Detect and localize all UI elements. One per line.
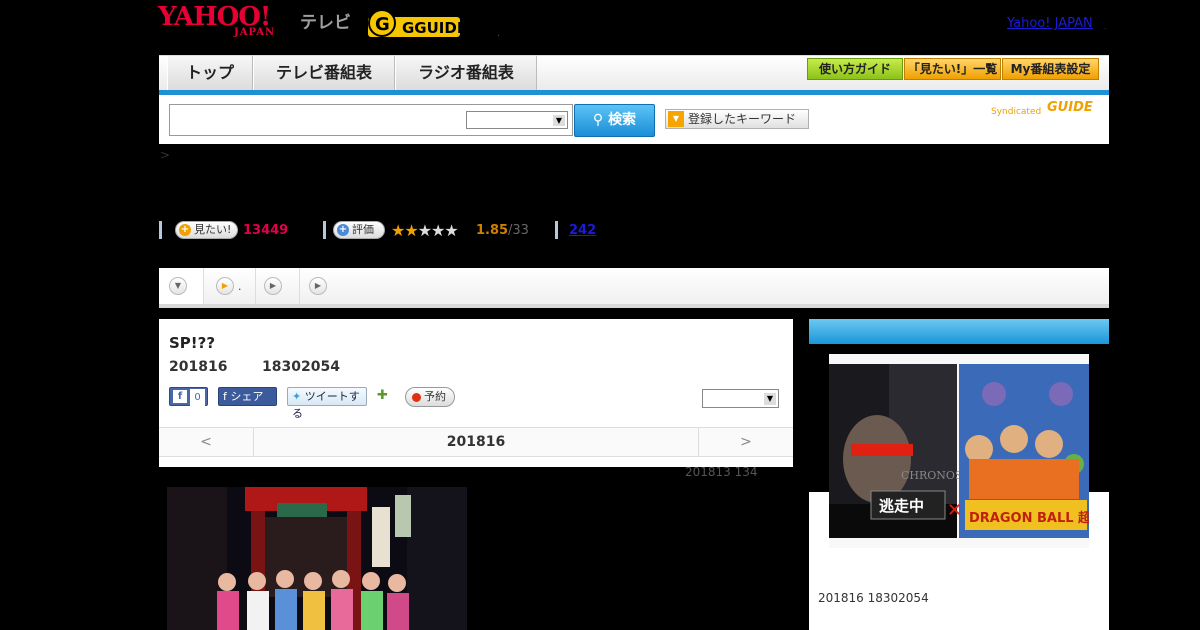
rating-value: 1.85 bbox=[476, 223, 509, 238]
search-button-label: 検索 bbox=[608, 112, 637, 128]
divider bbox=[323, 221, 326, 239]
search-button[interactable]: ⚲ 検索 bbox=[574, 104, 655, 137]
tab-item-4[interactable]: ▶ bbox=[300, 268, 340, 304]
gguide-logo-graphic: G GGUIDE bbox=[368, 9, 467, 37]
nav-tab-top[interactable]: トップ bbox=[167, 56, 253, 90]
update-note: 201813 134 bbox=[685, 465, 758, 479]
gguide-logo[interactable]: G GGUIDE bbox=[368, 8, 468, 40]
facebook-like-count: 0 bbox=[190, 389, 205, 406]
chronos-label: CHRONOS bbox=[901, 469, 963, 482]
saved-keywords-label: 登録したキーワード bbox=[688, 112, 797, 126]
global-nav: トップ テレビ番組表 ラジオ番組表 使い方ガイド 「見たい!」一覧 My番組表設… bbox=[159, 55, 1109, 91]
tab-item-3[interactable]: ▶ bbox=[256, 268, 300, 304]
syndicated-gguide-logo: GUIDE bbox=[1047, 100, 1093, 115]
tab-program-info[interactable]: ▼ bbox=[159, 268, 204, 304]
play-icon: ▶ bbox=[264, 277, 282, 295]
rating-count: /33 bbox=[508, 223, 529, 238]
dragonball-logo: DRAGON BALL 超 bbox=[969, 510, 1089, 526]
play-icon: ▶ bbox=[216, 277, 234, 295]
program-title: SP!?? bbox=[169, 334, 216, 352]
yahoo-japan-logo[interactable]: YAHOO! JAPAN bbox=[158, 4, 276, 38]
play-icon: ▶ bbox=[309, 277, 327, 295]
search-category-select[interactable]: ▼ bbox=[466, 111, 568, 129]
tweet-button-label: ツイートする bbox=[292, 390, 360, 420]
prev-day-button[interactable]: < bbox=[159, 428, 254, 456]
svg-text:G: G bbox=[375, 14, 390, 35]
program-photo bbox=[167, 487, 467, 630]
rating-stars: ★★★★★ bbox=[391, 221, 459, 240]
star-icon: ★ bbox=[417, 221, 432, 240]
rate-button-label: 評価 bbox=[352, 223, 374, 236]
current-date: 201816 bbox=[446, 434, 506, 450]
program-time: 18302054 bbox=[262, 359, 340, 375]
twitter-bird-icon: ✦ bbox=[292, 390, 302, 403]
breadcrumb: > bbox=[160, 148, 171, 162]
side-program-datetime: 201816 18302054 bbox=[818, 591, 929, 605]
chevron-down-icon: ▼ bbox=[169, 277, 187, 295]
service-label: テレビ bbox=[300, 13, 351, 33]
want-count: 13449 bbox=[243, 223, 289, 238]
tab-item-2-label: . bbox=[238, 280, 242, 293]
facebook-icon: f bbox=[173, 390, 187, 403]
date-navigation: < 201816 > bbox=[159, 427, 793, 457]
add-calendar-icon[interactable]: ✚ bbox=[377, 388, 393, 404]
tab-item-2[interactable]: ▶ . bbox=[204, 268, 256, 304]
yahoo-link-dot: . bbox=[1104, 22, 1107, 31]
want-button-label: 見たい! bbox=[194, 223, 232, 236]
program-photo-graphic bbox=[167, 487, 467, 630]
program-date: 201816 bbox=[169, 359, 228, 375]
want-list-button[interactable]: 「見たい!」一覧 bbox=[904, 58, 1001, 80]
usage-guide-button[interactable]: 使い方ガイド bbox=[807, 58, 903, 80]
rate-button[interactable]: + 評価 bbox=[333, 221, 385, 239]
facebook-like-button[interactable]: f0 bbox=[169, 387, 208, 406]
triangle-down-icon: ▼ bbox=[668, 111, 684, 127]
side-banner-graphic: CHRONOS 逃走中 ✕ DRAGON BALL 超 bbox=[829, 354, 1092, 548]
yahoo-logo-sub: JAPAN bbox=[234, 27, 276, 38]
plus-icon: + bbox=[337, 224, 349, 236]
nav-tab-radio-guide[interactable]: ラジオ番組表 bbox=[395, 56, 537, 90]
syndicated-label: Syndicated bbox=[991, 107, 1042, 117]
facebook-share-button[interactable]: f シェア bbox=[218, 387, 277, 406]
search-area: ▼ ⚲ 検索 ▼ 登録したキーワード Syndicated GUIDE bbox=[159, 95, 1109, 144]
star-half-icon: ★ bbox=[404, 221, 418, 240]
reserve-button-label: 予約 bbox=[424, 390, 446, 403]
search-icon: ⚲ bbox=[592, 112, 604, 128]
side-banner[interactable]: CHRONOS 逃走中 ✕ DRAGON BALL 超 bbox=[829, 354, 1092, 548]
cross-mark: ✕ bbox=[947, 500, 962, 521]
reserve-button[interactable]: 予約 bbox=[405, 387, 455, 407]
plus-icon: + bbox=[179, 224, 191, 236]
side-panel-header bbox=[809, 319, 1109, 344]
tweet-button[interactable]: ✦ ツイートする bbox=[287, 387, 367, 420]
program-action-select[interactable]: ▼ bbox=[702, 389, 779, 408]
chevron-down-icon: ▼ bbox=[764, 393, 776, 405]
star-icon: ★ bbox=[391, 221, 405, 240]
nav-tab-tv-guide[interactable]: テレビ番組表 bbox=[253, 56, 395, 90]
program-detail: SP!?? 201816 18302054 f0 f シェア ✦ ツイートする … bbox=[159, 319, 793, 467]
next-day-button[interactable]: > bbox=[698, 428, 793, 456]
side-panel: CHRONOS 逃走中 ✕ DRAGON BALL 超 201816 18302… bbox=[809, 344, 1109, 630]
tousouchu-logo: 逃走中 bbox=[879, 497, 924, 515]
my-guide-settings-button[interactable]: My番組表設定 bbox=[1002, 58, 1099, 80]
divider bbox=[159, 221, 162, 239]
chevron-down-icon: ▼ bbox=[553, 115, 565, 126]
star-icon: ★ bbox=[431, 221, 445, 240]
comments-link[interactable]: 242 bbox=[569, 223, 596, 238]
yahoo-japan-link[interactable]: Yahoo! JAPAN bbox=[1007, 16, 1093, 31]
record-dot-icon bbox=[412, 393, 421, 402]
saved-keywords-button[interactable]: ▼ 登録したキーワード bbox=[665, 109, 809, 129]
divider bbox=[555, 221, 558, 239]
want-button[interactable]: + 見たい! bbox=[175, 221, 238, 239]
header-dot: . bbox=[497, 28, 501, 39]
gguide-logo-text: GGUIDE bbox=[402, 19, 467, 37]
program-tabs: ▼ ▶ . ▶ ▶ bbox=[159, 268, 1109, 308]
star-icon: ★ bbox=[444, 221, 458, 240]
